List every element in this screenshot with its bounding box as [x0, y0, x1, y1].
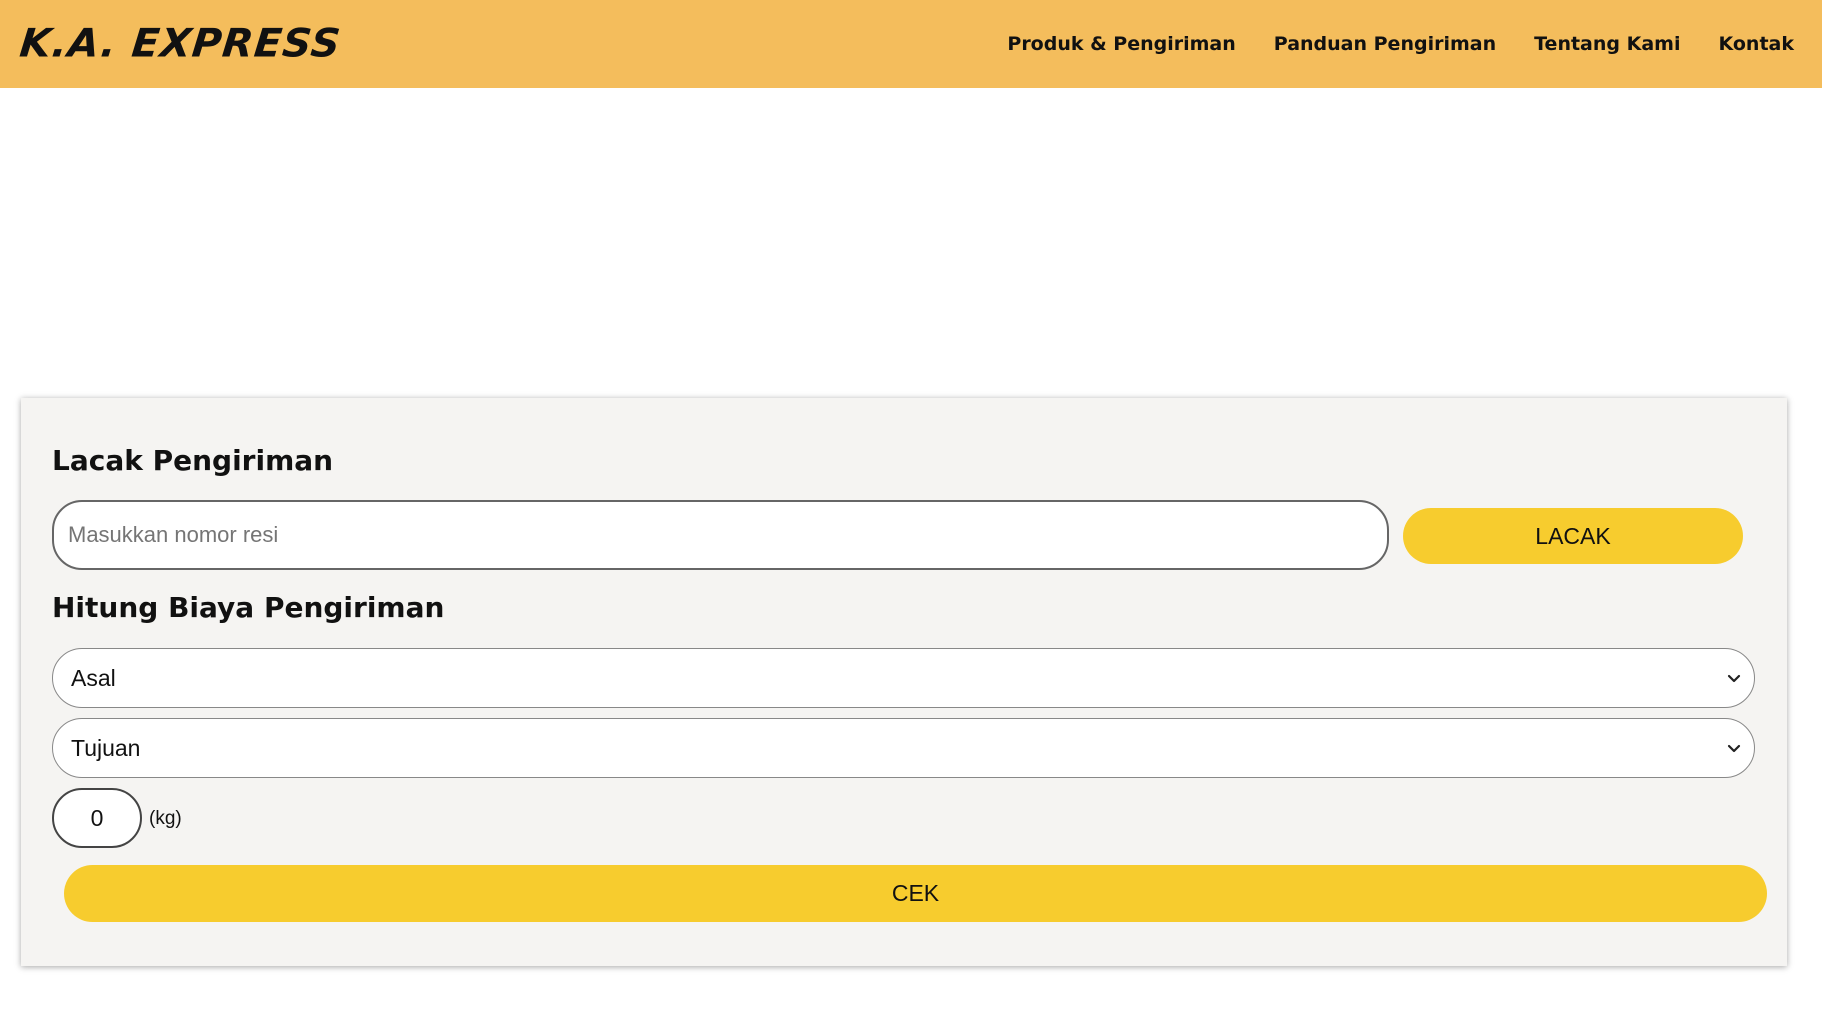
tracking-title: Lacak Pengiriman — [52, 444, 334, 477]
nav-link-shipping-guide[interactable]: Panduan Pengiriman — [1274, 33, 1496, 55]
site-header: K.A. EXPRESS Produk & Pengiriman Panduan… — [0, 0, 1822, 88]
main-nav: Produk & Pengiriman Panduan Pengiriman T… — [1007, 33, 1794, 55]
chevron-down-icon — [1727, 674, 1741, 683]
origin-select[interactable]: Asal — [52, 648, 1755, 708]
nav-link-contact[interactable]: Kontak — [1718, 33, 1794, 55]
site-logo[interactable]: K.A. EXPRESS — [18, 21, 344, 66]
destination-select-value: Tujuan — [71, 734, 141, 761]
weight-unit-label: (kg) — [149, 808, 182, 829]
destination-select[interactable]: Tujuan — [52, 718, 1755, 778]
check-cost-button[interactable]: CEK — [64, 865, 1767, 922]
nav-link-about-us[interactable]: Tentang Kami — [1534, 33, 1680, 55]
tracking-number-input[interactable] — [52, 500, 1389, 570]
weight-input[interactable] — [52, 788, 142, 848]
cost-title: Hitung Biaya Pengiriman — [52, 591, 445, 624]
track-button[interactable]: LACAK — [1403, 508, 1743, 564]
shipping-panel: Lacak Pengiriman LACAK Hitung Biaya Peng… — [21, 398, 1787, 966]
origin-select-value: Asal — [71, 664, 116, 691]
nav-link-products-shipping[interactable]: Produk & Pengiriman — [1007, 33, 1235, 55]
chevron-down-icon — [1727, 744, 1741, 753]
